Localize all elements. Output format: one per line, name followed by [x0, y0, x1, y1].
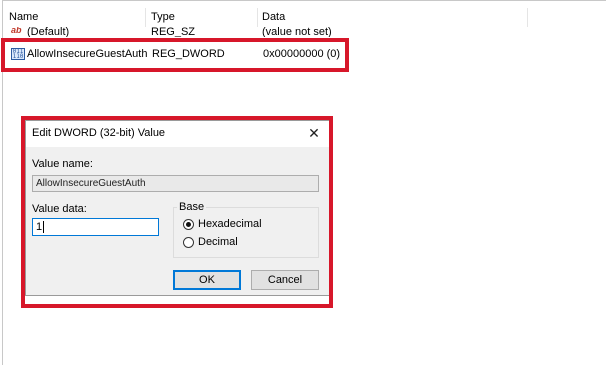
- column-separator[interactable]: [527, 8, 528, 27]
- row-name: (Default): [27, 27, 70, 37]
- registry-row-default[interactable]: ab (Default) REG_SZ (value not set): [3, 27, 606, 37]
- string-value-icon: ab: [11, 27, 22, 35]
- column-separator[interactable]: [257, 8, 258, 27]
- column-header-type[interactable]: Type: [151, 8, 175, 27]
- list-header: Name Type Data: [3, 8, 606, 27]
- column-header-name[interactable]: Name: [9, 8, 38, 27]
- column-header-data[interactable]: Data: [262, 8, 285, 27]
- row-highlight-box: [1, 38, 349, 72]
- row-type: REG_SZ: [151, 27, 196, 37]
- window-top-border: [2, 0, 606, 1]
- column-separator[interactable]: [145, 8, 146, 27]
- row-data: (value not set): [262, 27, 332, 37]
- dialog-highlight-box: [21, 116, 333, 308]
